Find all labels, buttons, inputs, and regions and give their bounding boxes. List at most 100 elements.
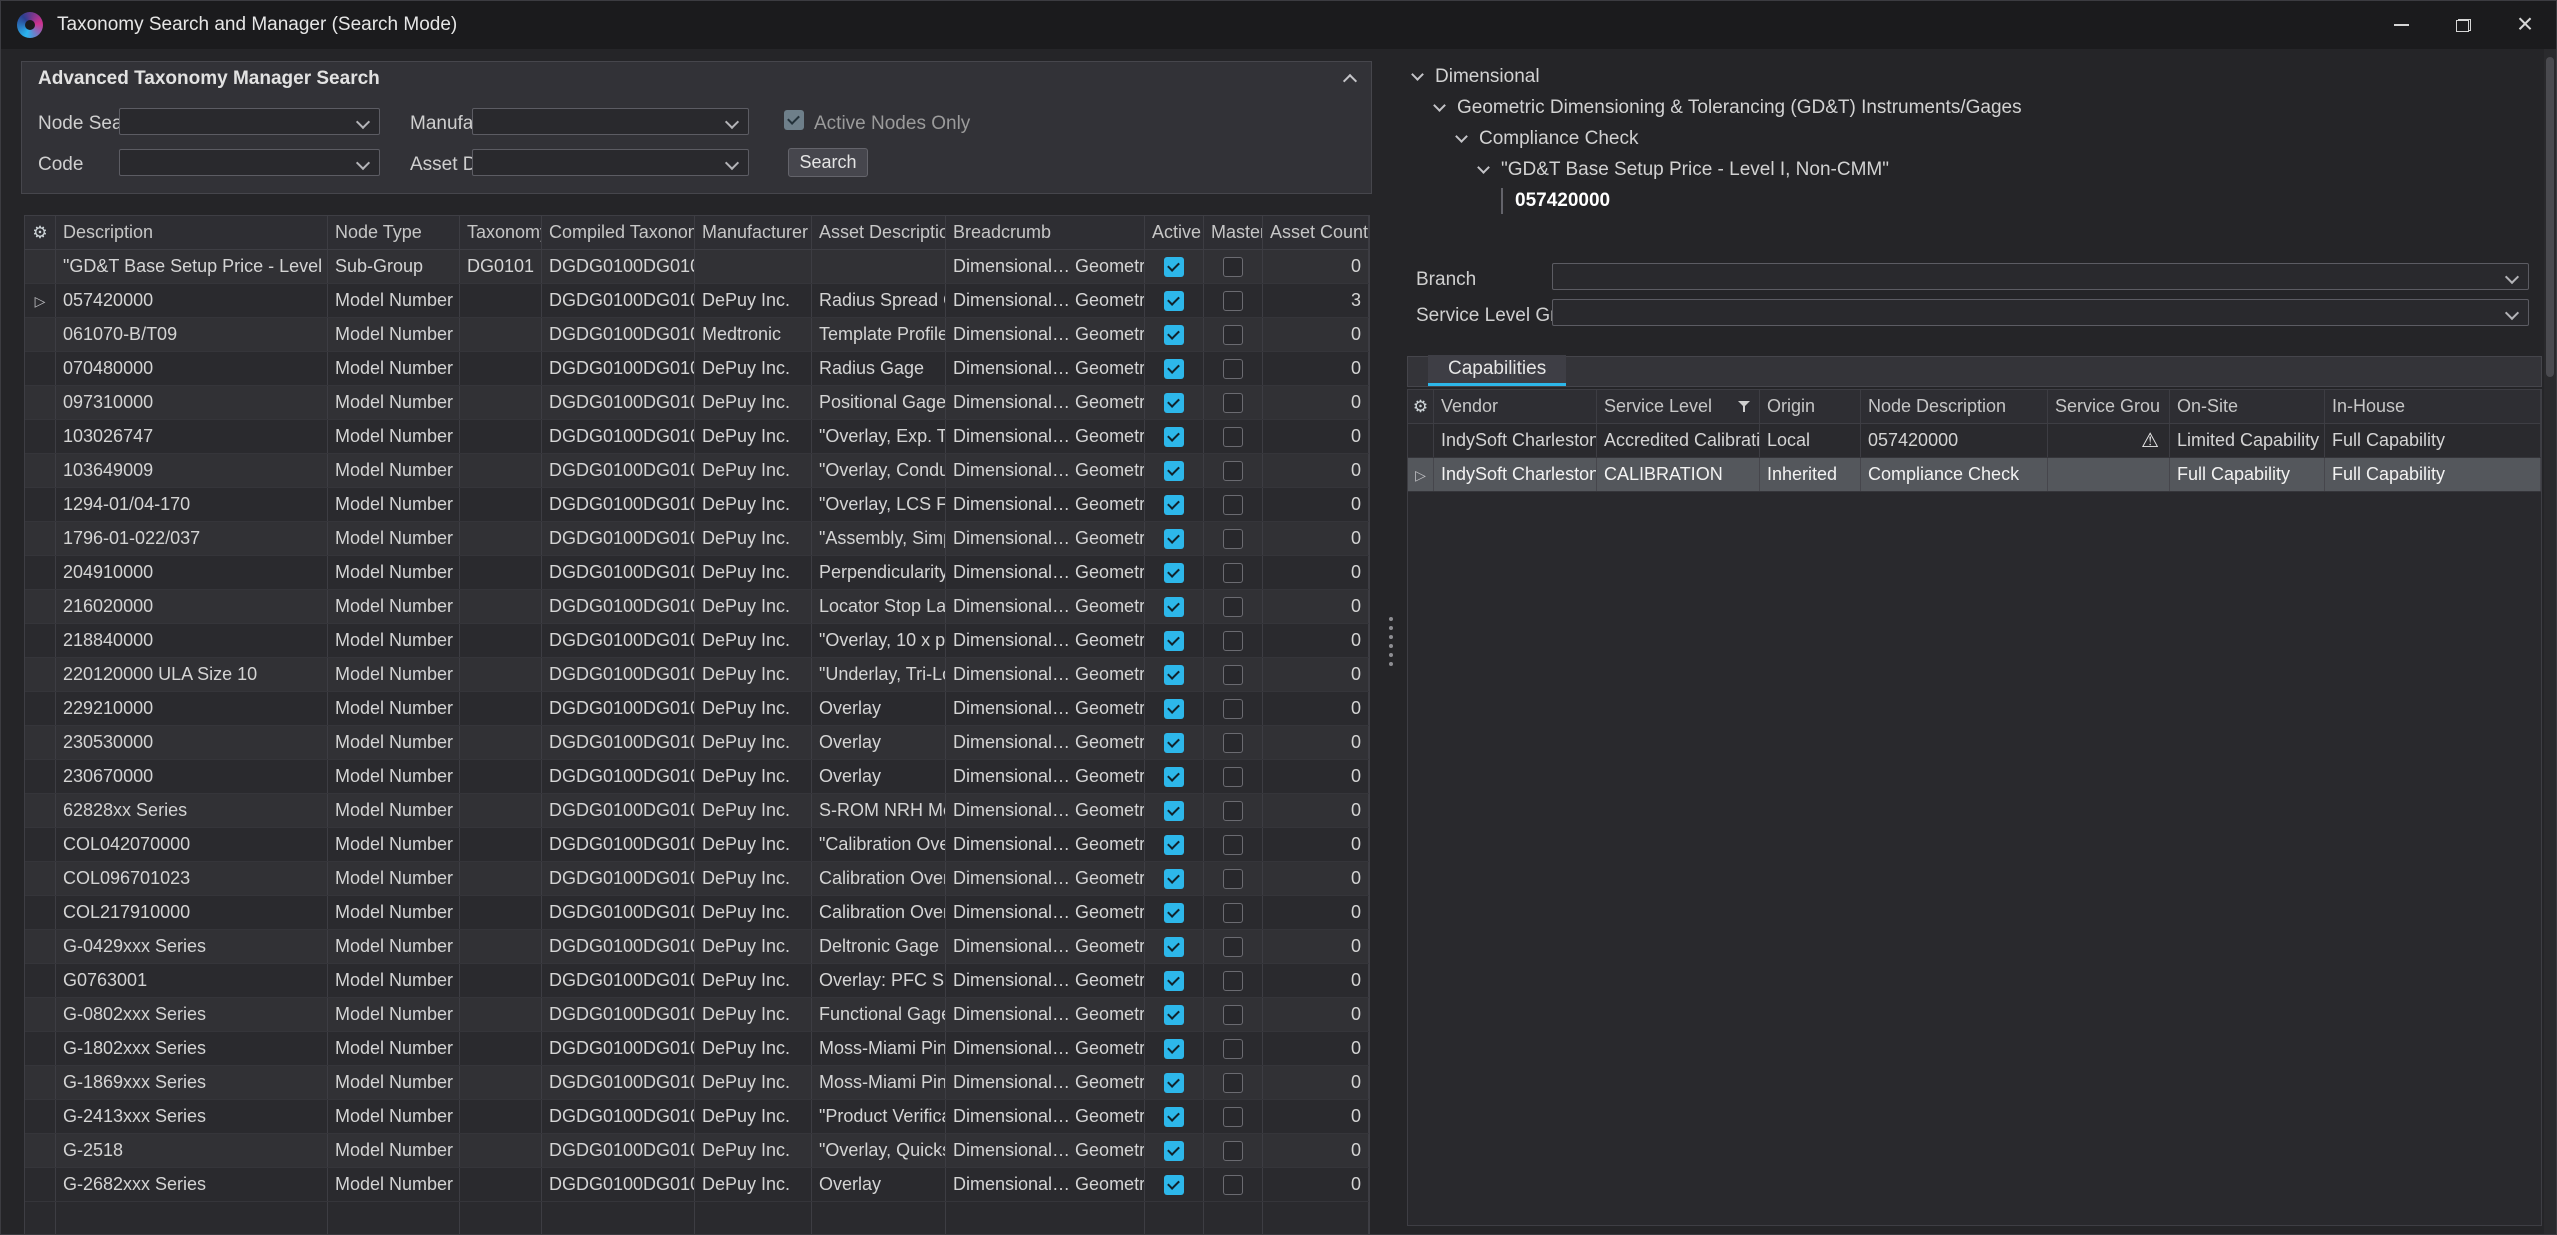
active-checkbox[interactable] <box>1164 1175 1184 1195</box>
table-row[interactable]: ▷057420000Model NumberDGDG0100DG0101DePu… <box>25 284 1369 318</box>
table-row[interactable]: 204910000Model NumberDGDG0100DG0101DePuy… <box>25 556 1369 590</box>
column-header[interactable]: In-House <box>2325 390 2541 423</box>
master-checkbox[interactable] <box>1223 1141 1243 1161</box>
column-header[interactable]: Master <box>1204 216 1263 249</box>
master-checkbox[interactable] <box>1223 291 1243 311</box>
column-header[interactable]: Taxonomy <box>460 216 542 249</box>
manufacturer-combobox[interactable] <box>472 108 749 135</box>
master-checkbox[interactable] <box>1223 529 1243 549</box>
column-header[interactable]: Vendor <box>1434 390 1597 423</box>
tree-node[interactable]: Compliance Check <box>1407 123 2530 154</box>
table-row[interactable]: G-0802xxx SeriesModel NumberDGDG0100DG01… <box>25 998 1369 1032</box>
tab-capabilities[interactable]: Capabilities <box>1428 355 1566 386</box>
tree-node[interactable]: "GD&T Base Setup Price - Level I, Non-CM… <box>1407 154 2530 185</box>
active-checkbox[interactable] <box>1164 767 1184 787</box>
capability-row[interactable]: IndySoft CharlestonAccredited Calibratio… <box>1408 424 2541 458</box>
column-header[interactable]: Active <box>1145 216 1204 249</box>
active-checkbox[interactable] <box>1164 291 1184 311</box>
capability-row[interactable]: ▷IndySoft CharlestonCALIBRATIONInherited… <box>1408 458 2541 492</box>
active-checkbox[interactable] <box>1164 631 1184 651</box>
master-checkbox[interactable] <box>1223 631 1243 651</box>
active-checkbox[interactable] <box>1164 699 1184 719</box>
master-checkbox[interactable] <box>1223 359 1243 379</box>
chevron-down-icon[interactable] <box>1411 68 1424 81</box>
branch-combobox[interactable] <box>1552 263 2529 290</box>
table-row[interactable]: G-1802xxx SeriesModel NumberDGDG0100DG01… <box>25 1032 1369 1066</box>
column-header[interactable]: Node Type <box>328 216 460 249</box>
column-header[interactable]: Service Grou <box>2048 390 2170 423</box>
expand-icon[interactable]: ▷ <box>1415 468 1426 482</box>
close-button[interactable]: × <box>2494 1 2556 49</box>
master-checkbox[interactable] <box>1223 427 1243 447</box>
scrollbar-thumb[interactable] <box>2546 57 2554 377</box>
active-checkbox[interactable] <box>1164 359 1184 379</box>
master-checkbox[interactable] <box>1223 835 1243 855</box>
active-checkbox[interactable] <box>1164 869 1184 889</box>
table-row[interactable]: 103026747Model NumberDGDG0100DG0101DePuy… <box>25 420 1369 454</box>
table-row[interactable]: G0763001Model NumberDGDG0100DG0101DePuy … <box>25 964 1369 998</box>
table-row[interactable]: 1796-01-022/037Model NumberDGDG0100DG010… <box>25 522 1369 556</box>
active-checkbox[interactable] <box>1164 1141 1184 1161</box>
master-checkbox[interactable] <box>1223 1039 1243 1059</box>
table-row[interactable]: 1294-01/04-170Model NumberDGDG0100DG0101… <box>25 488 1369 522</box>
master-checkbox[interactable] <box>1223 393 1243 413</box>
table-row[interactable]: G-1869xxx SeriesModel NumberDGDG0100DG01… <box>25 1066 1369 1100</box>
row-expander-cell[interactable]: ▷ <box>1408 458 1434 491</box>
active-checkbox[interactable] <box>1164 495 1184 515</box>
code-combobox[interactable] <box>119 149 380 176</box>
table-row[interactable]: 070480000Model NumberDGDG0100DG0101DePuy… <box>25 352 1369 386</box>
table-row[interactable]: G-2682xxx SeriesModel NumberDGDG0100DG01… <box>25 1168 1369 1202</box>
active-checkbox[interactable] <box>1164 427 1184 447</box>
tree-node[interactable]: Dimensional <box>1407 61 2530 92</box>
column-chooser-button[interactable]: ⚙ <box>25 216 56 249</box>
active-checkbox[interactable] <box>1164 733 1184 753</box>
chevron-down-icon[interactable] <box>1477 161 1490 174</box>
column-header[interactable]: Compiled Taxonomy C <box>542 216 695 249</box>
column-header[interactable]: Node Description <box>1861 390 2048 423</box>
master-checkbox[interactable] <box>1223 461 1243 481</box>
master-checkbox[interactable] <box>1223 1005 1243 1025</box>
active-checkbox[interactable] <box>1164 1039 1184 1059</box>
master-checkbox[interactable] <box>1223 1073 1243 1093</box>
active-checkbox[interactable] <box>1164 903 1184 923</box>
chevron-down-icon[interactable] <box>1455 130 1468 143</box>
active-checkbox[interactable] <box>1164 665 1184 685</box>
restore-button[interactable] <box>2432 1 2494 49</box>
active-checkbox[interactable] <box>1164 937 1184 957</box>
table-row[interactable]: COL096701023Model NumberDGDG0100DG0101De… <box>25 862 1369 896</box>
table-row[interactable]: COL042070000Model NumberDGDG0100DG0101De… <box>25 828 1369 862</box>
active-checkbox[interactable] <box>1164 325 1184 345</box>
search-button[interactable]: Search <box>788 148 868 177</box>
active-checkbox[interactable] <box>1164 1005 1184 1025</box>
column-header[interactable]: Asset Description <box>812 216 946 249</box>
column-header[interactable]: Breadcrumb <box>946 216 1145 249</box>
master-checkbox[interactable] <box>1223 767 1243 787</box>
column-header[interactable]: Manufacturer <box>695 216 812 249</box>
active-checkbox[interactable] <box>1164 393 1184 413</box>
table-row[interactable]: G-2518Model NumberDGDG0100DG0101DePuy In… <box>25 1134 1369 1168</box>
active-checkbox[interactable] <box>1164 835 1184 855</box>
active-checkbox[interactable] <box>1164 1073 1184 1093</box>
search-panel-header[interactable]: Advanced Taxonomy Manager Search <box>22 62 1371 95</box>
table-row[interactable]: 229210000Model NumberDGDG0100DG0101DePuy… <box>25 692 1369 726</box>
active-checkbox[interactable] <box>1164 461 1184 481</box>
table-row[interactable]: G-0429xxx SeriesModel NumberDGDG0100DG01… <box>25 930 1369 964</box>
active-checkbox[interactable] <box>1164 801 1184 821</box>
table-row[interactable]: COL217910000Model NumberDGDG0100DG0101De… <box>25 896 1369 930</box>
asset-desc-combobox[interactable] <box>472 149 749 176</box>
master-checkbox[interactable] <box>1223 665 1243 685</box>
table-row[interactable]: 230670000Model NumberDGDG0100DG0101DePuy… <box>25 760 1369 794</box>
filter-icon[interactable] <box>1738 400 1752 413</box>
column-header[interactable]: Service Level <box>1597 390 1760 423</box>
master-checkbox[interactable] <box>1223 1107 1243 1127</box>
master-checkbox[interactable] <box>1223 699 1243 719</box>
active-checkbox[interactable] <box>1164 1107 1184 1127</box>
table-row[interactable]: 230530000Model NumberDGDG0100DG0101DePuy… <box>25 726 1369 760</box>
tree-node[interactable]: Geometric Dimensioning & Tolerancing (GD… <box>1407 92 2530 123</box>
column-header[interactable]: Description <box>56 216 328 249</box>
column-header[interactable]: On-Site <box>2170 390 2325 423</box>
master-checkbox[interactable] <box>1223 903 1243 923</box>
table-row[interactable]: 62828xx SeriesModel NumberDGDG0100DG0101… <box>25 794 1369 828</box>
table-row[interactable]: 097310000Model NumberDGDG0100DG0101DePuy… <box>25 386 1369 420</box>
column-header[interactable]: Asset Count <box>1263 216 1369 249</box>
